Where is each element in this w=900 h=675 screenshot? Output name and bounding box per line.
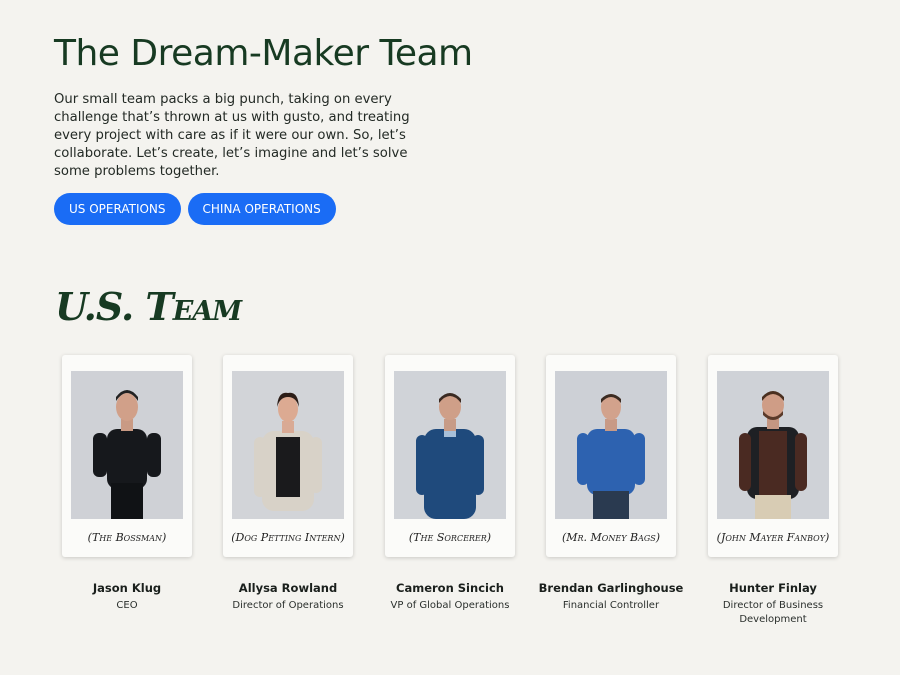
- member-role: Financial Controller: [562, 600, 660, 611]
- member-name: Cameron Sincich: [396, 581, 504, 595]
- china-operations-button[interactable]: CHINA OPERATIONS: [187, 193, 336, 225]
- member-name: Allysa Rowland: [238, 581, 338, 595]
- nickname-label: (Mr. Money Bags): [561, 531, 661, 544]
- member-name: Hunter Finlay: [729, 581, 817, 595]
- team-photo: [555, 371, 667, 519]
- team-photo: [71, 371, 183, 519]
- section-title: U.S. Team: [55, 284, 242, 329]
- team-card-polaroid[interactable]: (Mr. Money Bags): [546, 355, 676, 557]
- person-photo-icon: [394, 371, 506, 519]
- team-card-polaroid[interactable]: (Dog Petting Intern): [223, 355, 353, 557]
- team-card-polaroid[interactable]: (The Sorcerer): [385, 355, 515, 557]
- member-name: Brendan Garlinghouse: [538, 581, 684, 595]
- page-title: The Dream-Maker Team: [54, 33, 473, 74]
- team-photo: [394, 371, 506, 519]
- member-name: Jason Klug: [92, 581, 162, 595]
- member-role: Director of Business Development: [722, 600, 824, 625]
- nickname-label: (The Bossman): [87, 531, 167, 544]
- team-card-polaroid[interactable]: (The Bossman): [62, 355, 192, 557]
- intro-paragraph: Our small team packs a big punch, taking…: [54, 92, 410, 179]
- us-operations-button[interactable]: US OPERATIONS: [54, 193, 181, 225]
- team-photo: [717, 371, 829, 519]
- person-photo-icon: [71, 371, 183, 519]
- team-photo: [232, 371, 344, 519]
- member-role: VP of Global Operations: [390, 600, 510, 611]
- member-role: CEO: [116, 600, 138, 611]
- member-role: Director of Operations: [232, 600, 344, 611]
- person-photo-icon: [232, 371, 344, 519]
- person-photo-icon: [555, 371, 667, 519]
- person-photo-icon: [717, 371, 829, 519]
- nickname-label: (John Mayer Fanboy): [716, 531, 830, 544]
- nickname-label: (Dog Petting Intern): [231, 531, 345, 544]
- nickname-label: (The Sorcerer): [408, 531, 492, 544]
- team-card-polaroid[interactable]: (John Mayer Fanboy): [708, 355, 838, 557]
- operations-buttons: US OPERATIONS CHINA OPERATIONS: [54, 193, 336, 225]
